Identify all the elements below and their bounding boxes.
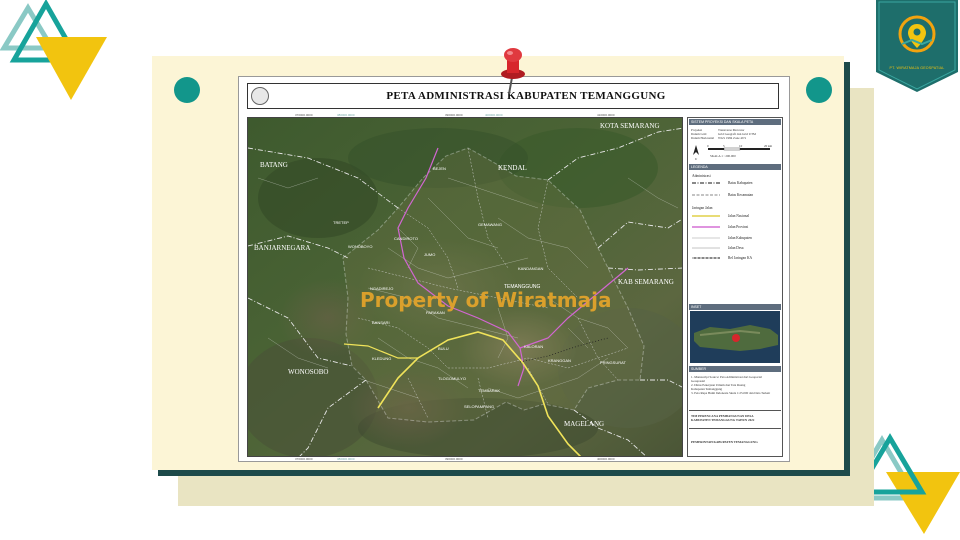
legend-batas-kecamatan: Batas Kecamatan <box>728 193 754 197</box>
watermark-text: Property of Wiratmaja <box>360 288 612 312</box>
legend-group-admin: Administrasi <box>692 174 711 178</box>
projection-header: SISTEM PROYEKSI DAN SKALA PETA <box>689 119 781 125</box>
badge-caption: PT. WIRATMAJA GEOSPATIAL <box>889 66 945 70</box>
teal-dot-left <box>174 77 200 103</box>
scale-tick-3: 20 km <box>764 144 773 148</box>
legend-group-jalan: Jaringan Jalan <box>692 206 713 210</box>
regency-emblem-icon <box>251 87 269 105</box>
coord-bottom-2: 380000.0000 <box>337 457 355 461</box>
district-label-kranggan: KRANGGAN <box>548 358 571 363</box>
district-label-wonoboyo: WONOBOYO <box>348 244 373 249</box>
admin-line-samples <box>692 182 720 196</box>
map-sheet: PETA ADMINISTRASI KABUPATEN TEMANGGUNG 3… <box>238 76 790 462</box>
district-label-tretep: TRETEP <box>333 220 349 225</box>
region-label-banjarnegara: BANJARNEGARA <box>254 244 311 252</box>
region-label-kota-semarang: KOTA SEMARANG <box>600 122 660 130</box>
footer-text: PEMERINTAH KABUPATEN TEMANGGUNG <box>691 440 758 444</box>
district-label-kaloran: KALORAN <box>524 344 544 349</box>
inset-map <box>690 311 780 363</box>
region-label-wonosobo: WONOSOBO <box>288 368 329 376</box>
source-line-5: 3. Peta Rupa Bumi Indonesia Skala 1:25.0… <box>691 391 771 395</box>
scale-tick-0: 0 <box>707 144 709 148</box>
yellow-triangle <box>36 37 107 100</box>
region-label-kab-semarang: KAB SEMARANG <box>618 278 674 286</box>
region-label-kendal: KENDAL <box>498 164 527 172</box>
push-pin-icon <box>501 48 525 95</box>
coord-bottom-3: 390000.0000 <box>445 457 463 461</box>
company-badge: PT. WIRATMAJA GEOSPATIAL <box>874 0 960 94</box>
triangle-decoration-top-left <box>0 0 107 100</box>
district-label-bulu: BULU <box>438 346 449 351</box>
scale-text: SKALA 1 : 200.000 <box>710 154 736 158</box>
map-frame: KOTA SEMARANG BATANG KENDAL BANJARNEGARA… <box>247 117 683 457</box>
district-label-tlogomulyo: TLOGOMULYO <box>438 376 466 381</box>
agency-line-2: KABUPATEN TEMANGGUNG TAHUN 2022 <box>691 418 755 422</box>
legend-rel-ka: Rel Jaringan KA <box>728 256 753 260</box>
north-label: U <box>695 157 698 161</box>
region-label-magelang: MAGELANG <box>564 420 605 428</box>
projection-value-3: WGS 1984 Zone 49 S <box>718 136 747 140</box>
source-header: SUMBER <box>689 366 781 372</box>
district-label-candiroto: CANDIROTO <box>394 236 418 241</box>
district-label-bansari: BANSARI <box>372 320 390 325</box>
district-label-pringsurat: PRINGSURAT <box>600 360 626 365</box>
legend-jalan-nasional: Jalan Nasional <box>728 214 750 218</box>
legend-jalan-desa: Jalan Desa <box>728 246 744 250</box>
scale-tick-2: 10 <box>739 144 743 148</box>
road-line-samples <box>692 215 720 259</box>
district-label-selopampang: SELOPAMPANG <box>464 404 495 409</box>
inset-location-marker <box>732 334 740 342</box>
district-label-kledung: KLEDUNG <box>372 356 392 361</box>
legend-batas-kabupaten: Batas Kabupaten <box>728 181 753 185</box>
legend-jalan-kabupaten: Jalan Kabupaten <box>728 236 752 240</box>
scale-tick-1: 5 <box>723 144 725 148</box>
district-label-gemawang: GEMAWANG <box>478 222 502 227</box>
district-label-jumo: JUMO <box>424 252 436 257</box>
north-arrow-icon <box>693 145 699 155</box>
coord-bottom-1: 370000.0000 <box>295 457 313 461</box>
region-label-batang: BATANG <box>260 161 288 169</box>
legend-panel: SISTEM PROYEKSI DAN SKALA PETA Proyeksi … <box>687 117 783 457</box>
teal-dot-right <box>806 77 832 103</box>
legend-header: LEGENDA <box>689 164 781 170</box>
district-label-tembarak: TEMBARAK <box>478 388 501 393</box>
coord-bottom-4: 400000.0000 <box>597 457 615 461</box>
district-label-kandangan: KANDANGAN <box>518 266 544 271</box>
legend-jalan-provinsi: Jalan Provinsi <box>728 225 749 229</box>
projection-label-3: Datum Horizontal <box>691 136 715 140</box>
district-label-bejen: BEJEN <box>433 166 446 171</box>
badge-shape <box>876 0 958 92</box>
yellow-triangle <box>886 472 960 534</box>
inset-header: INSET <box>689 304 781 310</box>
